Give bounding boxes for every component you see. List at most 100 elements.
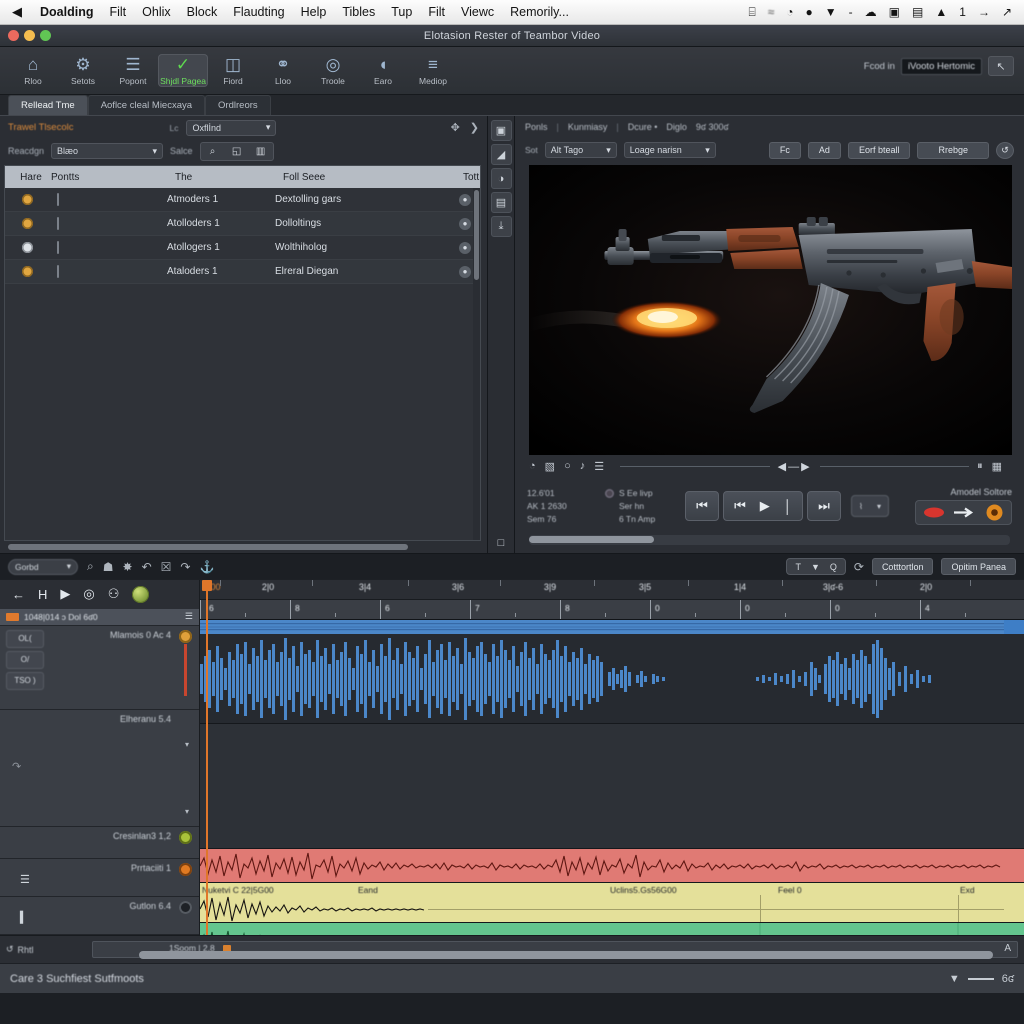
folder-open-icon[interactable]: ◱ — [225, 143, 249, 160]
page-icon[interactable]: ▤ — [490, 192, 512, 213]
track-fader[interactable] — [184, 643, 187, 696]
zoom-icon[interactable]: ⌕ — [87, 559, 94, 574]
opitim-panea-button[interactable]: Opitim Panea — [941, 558, 1016, 575]
toolbar-button-shjdl-pagea[interactable]: ✓ Shjdl Pagea — [158, 54, 208, 87]
waveform-track-blue[interactable] — [200, 634, 1024, 724]
menu-item-flaudting[interactable]: Flaudting — [225, 5, 292, 19]
image-icon[interactable]: ▲ — [929, 5, 953, 19]
toolbar-button-lloo[interactable]: ⚭ Lloo — [258, 54, 308, 87]
anchor-icon[interactable]: ⚓ — [199, 560, 214, 574]
ad-button[interactable]: Ad — [807, 141, 841, 159]
delete-icon[interactable]: ☒ — [161, 560, 172, 574]
track-button-ol[interactable]: OL( — [6, 629, 44, 648]
move-icon[interactable]: ✥ — [451, 121, 460, 134]
speed-dropdown[interactable]: ⌇ ▾ — [851, 495, 889, 517]
play-group[interactable]: ⏮ ▶ │ — [723, 491, 803, 521]
toolbar-button-mediop[interactable]: ≡ Mediop — [408, 54, 458, 87]
menu-item-tibles[interactable]: Tibles — [334, 5, 383, 19]
chevron-down-icon[interactable]: ▼ — [949, 973, 960, 985]
clock-icon[interactable]: ◔ — [780, 5, 799, 19]
toolbar-button-rloo[interactable]: ⌂ Rloo — [8, 54, 58, 87]
marker-icon[interactable]: ▧ — [545, 460, 555, 473]
waveform-track-red[interactable] — [200, 849, 1024, 883]
eq-icon[interactable]: ◢ — [490, 144, 512, 165]
breadcrumb-item-1[interactable]: Kunmiasy — [568, 122, 608, 132]
column-the[interactable]: The — [167, 172, 275, 183]
audio-icon[interactable]: ♪ — [580, 460, 586, 473]
record-button-icon[interactable] — [986, 504, 1003, 521]
video-preview[interactable] — [529, 165, 1012, 455]
waveform-track-empty[interactable] — [200, 724, 1024, 849]
menu-item-filt[interactable]: Filt — [101, 5, 134, 19]
feed-open-button[interactable]: ↖ — [988, 56, 1014, 76]
step-back-button[interactable]: ⏮ — [734, 498, 746, 514]
track-header-5[interactable]: Gutlon 6.4 ▍ — [0, 897, 199, 936]
feed-input[interactable]: iVooto Hertomic — [900, 57, 982, 75]
tab-rellead-tme[interactable]: Rellead Tme — [8, 95, 88, 115]
track-header-4[interactable]: Prrtaciiti 1 ☰ — [0, 859, 199, 898]
track-header-2[interactable]: Elheranu 5.4 ▾ ▾ ↷ — [0, 710, 199, 828]
clip-header-strip[interactable] — [200, 620, 1024, 634]
color-wheel-icon[interactable]: ◑ — [490, 168, 512, 189]
automation-icon[interactable]: ↷ — [12, 760, 21, 773]
rewind-control[interactable]: ↺ Rhtl — [6, 944, 86, 955]
marker-button[interactable]: H — [38, 587, 47, 602]
table-row[interactable]: Ataloders 1 Elreral Diegan ● — [5, 260, 480, 284]
toolbar-button-setots[interactable]: ⚙ Setots — [58, 54, 108, 87]
mark-button[interactable]: │ — [784, 499, 792, 514]
waveform-track-yellow[interactable]: Nuketvi C 22|5G00 Eand Uclins5.Gs56G00 F… — [200, 883, 1024, 923]
insert-arrow-icon[interactable] — [954, 507, 976, 518]
import-icon[interactable]: ⤓ — [490, 216, 512, 237]
text-tool-icon[interactable]: T — [795, 562, 801, 572]
menu-item-viewc[interactable]: Viewc — [453, 5, 502, 19]
rrebge-button[interactable]: Rrebge — [917, 141, 989, 159]
table-row[interactable]: Atollogers 1 Wolthiholog ● — [5, 236, 480, 260]
toolbar-button-popont[interactable]: ☰ Popont — [108, 54, 158, 87]
track-button-o[interactable]: O/ — [6, 650, 44, 669]
breadcrumb-item-3[interactable]: Diglo — [666, 122, 687, 132]
track-knob[interactable] — [179, 863, 192, 877]
column-foll-seee[interactable]: Foll Seee — [275, 172, 455, 183]
timer-icon[interactable]: ◔ — [529, 460, 536, 473]
redo-icon[interactable]: ↷ — [180, 560, 190, 574]
record-clip-icon[interactable] — [924, 507, 944, 518]
cloud-icon[interactable]: ☁ — [859, 5, 883, 19]
save-icon[interactable]: ▥ — [249, 143, 273, 160]
effects-icon[interactable]: ✸ — [123, 560, 133, 574]
chevron-down-icon[interactable]: ▾ — [185, 740, 189, 749]
zoom-thumb[interactable] — [139, 951, 993, 959]
menu-item-app[interactable]: Doalding — [32, 5, 101, 19]
track-knob[interactable] — [179, 901, 192, 915]
export-icon[interactable]: ▣ — [490, 120, 512, 141]
collapse-icon[interactable]: ❯ — [470, 121, 479, 134]
column-hare[interactable]: Hare — [5, 172, 49, 183]
battery-icon[interactable]: ▣ — [883, 5, 906, 19]
arrow-right-icon[interactable]: → — [972, 5, 996, 19]
eorf-bteall-button[interactable]: Eorf bteall — [847, 141, 911, 159]
menu-item-help[interactable]: Help — [293, 5, 335, 19]
menu-item-block[interactable]: Block — [179, 5, 226, 19]
tab-ordlreors[interactable]: Ordlreors — [205, 95, 271, 115]
track-header-1[interactable]: Mlamois 0 Ac 4 OL( O/ TSO ) — [0, 626, 199, 711]
monitor-scrollbar[interactable] — [529, 535, 1010, 545]
text-tool-group[interactable]: T ▼ Q — [786, 558, 846, 575]
column-tott[interactable]: Tott — [455, 172, 480, 183]
pause-icon[interactable]: ⏸ — [977, 460, 983, 473]
reset-button[interactable]: ↺ — [996, 141, 1014, 159]
bin-horizontal-scrollbar[interactable] — [0, 541, 487, 553]
clip-menu-icon[interactable]: ☰ — [185, 611, 193, 622]
user-count[interactable]: 1 — [953, 5, 972, 19]
toolbar-button-fiord[interactable]: ◫ Fiord — [208, 54, 258, 87]
bin-vertical-scrollbar[interactable] — [473, 188, 480, 540]
chevron-down-icon[interactable]: ▼ — [811, 562, 820, 572]
time-ruler-minor[interactable]: 6 8 6 7 8 0 0 0 4 — [200, 600, 1024, 620]
column-pontts[interactable]: Pontts — [49, 172, 167, 183]
mode-dropdown[interactable]: Loage narisn ▾ — [623, 142, 716, 158]
play-button[interactable]: ▶ — [60, 586, 70, 602]
breadcrumb-item-0[interactable]: Ponls — [525, 122, 548, 132]
blurred-status-icon[interactable]: ≈ — [762, 5, 781, 19]
menu-item-filt2[interactable]: Filt — [420, 5, 453, 19]
refresh-icon[interactable]: ⟳ — [854, 560, 864, 574]
table-row[interactable]: Atmoders 1 Dextolling gars ● — [5, 188, 480, 212]
waveform-track-green[interactable] — [200, 923, 1024, 935]
